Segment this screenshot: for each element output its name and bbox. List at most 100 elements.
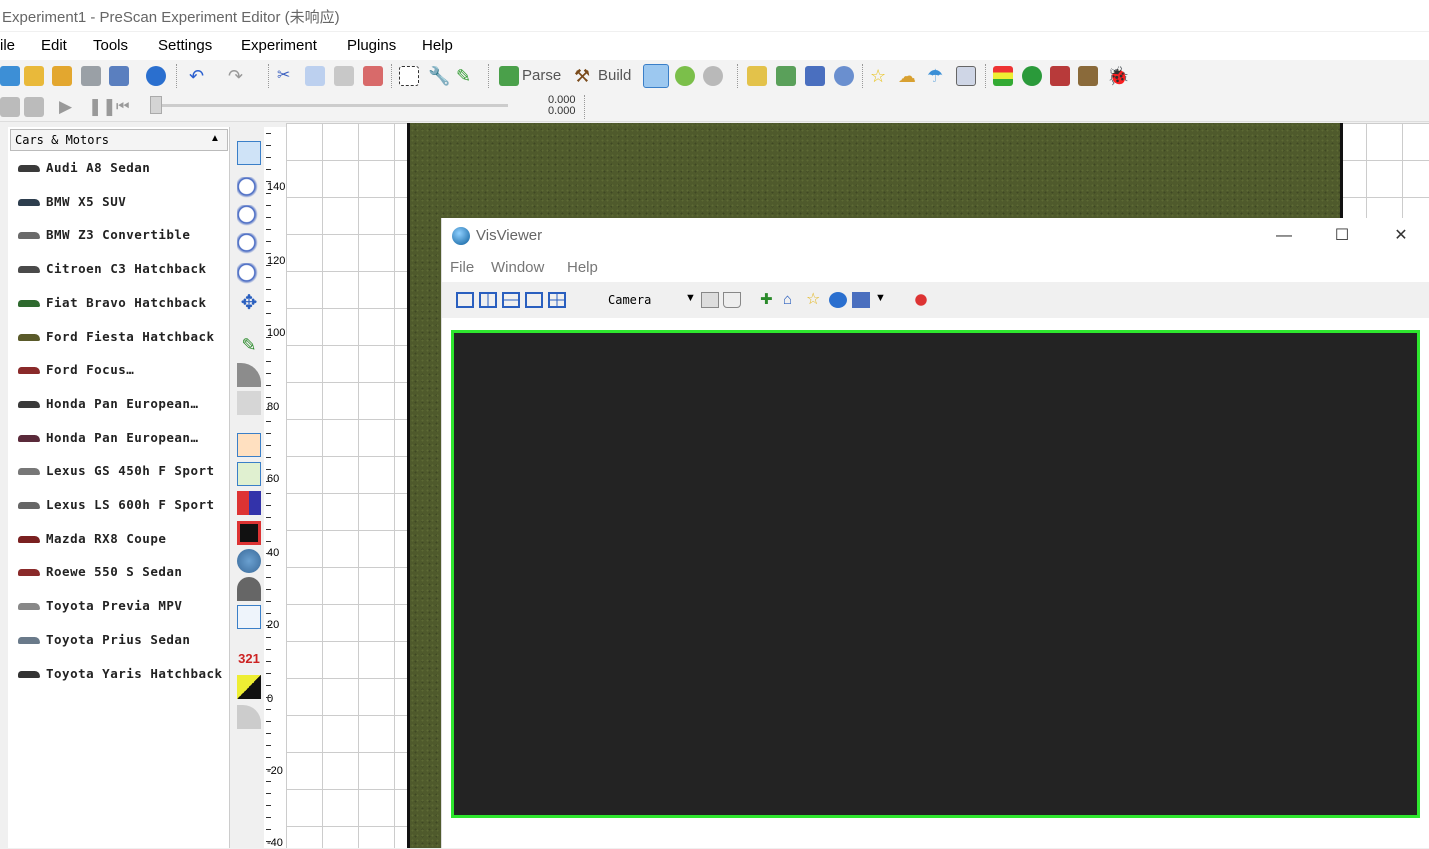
- library-item[interactable]: Ford Fiesta Hatchback: [18, 326, 228, 350]
- pan-icon[interactable]: ✥: [237, 291, 261, 315]
- layout-single-icon[interactable]: [456, 292, 474, 308]
- measure-icon[interactable]: [776, 66, 796, 86]
- pencil-icon[interactable]: ✎: [456, 66, 476, 86]
- chart-icon[interactable]: [956, 66, 976, 86]
- junction-icon[interactable]: [237, 391, 261, 415]
- save-icon[interactable]: [81, 66, 101, 86]
- visviewer-icon[interactable]: [643, 64, 669, 88]
- layout-split-vertical-icon[interactable]: [479, 292, 497, 308]
- zoom-tool-icon[interactable]: [237, 177, 261, 201]
- parse-icon[interactable]: [499, 66, 519, 86]
- tunnel-icon[interactable]: [237, 577, 261, 601]
- draw-road-icon[interactable]: ✎: [237, 333, 261, 357]
- truck-icon[interactable]: [1050, 66, 1070, 86]
- library-item[interactable]: Toyota Yaris Hatchback: [18, 663, 228, 687]
- new-icon[interactable]: [0, 66, 20, 86]
- library-header[interactable]: Cars & Motors ▲: [10, 129, 228, 151]
- step-icon[interactable]: [24, 97, 44, 117]
- undo-icon[interactable]: ↶: [189, 66, 209, 86]
- library-item[interactable]: Mazda RX8 Coupe: [18, 528, 228, 552]
- lane-marker-icon[interactable]: [237, 605, 261, 629]
- home-icon[interactable]: ⌂: [783, 292, 801, 308]
- export-icon[interactable]: [1078, 66, 1098, 86]
- calendar-icon[interactable]: [805, 66, 825, 86]
- vis-menu-help[interactable]: Help: [567, 259, 598, 276]
- ramp-icon[interactable]: [237, 705, 261, 729]
- menu-plugins[interactable]: Plugins: [347, 37, 396, 54]
- camera-sensor-icon[interactable]: [237, 433, 261, 457]
- library-item[interactable]: BMW Z3 Convertible: [18, 224, 228, 248]
- star-icon[interactable]: ☆: [870, 66, 890, 86]
- library-item[interactable]: Lexus LS 600h F Sport: [18, 494, 228, 518]
- wrench-icon[interactable]: 🔧: [428, 66, 450, 86]
- pause-icon[interactable]: ❚❚: [88, 97, 117, 117]
- hammer-icon[interactable]: ⚒: [574, 66, 594, 86]
- bug-icon[interactable]: 🐞: [1107, 66, 1129, 86]
- menu-experiment[interactable]: Experiment: [241, 37, 317, 54]
- collapse-icon[interactable]: ▲: [207, 133, 223, 147]
- vis-menu-file[interactable]: File: [450, 259, 474, 276]
- library-item[interactable]: Fiat Bravo Hatchback: [18, 292, 228, 316]
- menu-settings[interactable]: Settings: [158, 37, 212, 54]
- gauge-icon[interactable]: [834, 66, 854, 86]
- time-slider-track[interactable]: [156, 104, 508, 107]
- copy-icon[interactable]: [305, 66, 325, 86]
- library-item[interactable]: Toyota Previa MPV: [18, 595, 228, 619]
- menu-file[interactable]: ile: [0, 37, 15, 54]
- numbering-icon[interactable]: 321: [237, 647, 261, 671]
- curve-road-icon[interactable]: [237, 363, 261, 387]
- paste-icon[interactable]: [334, 66, 354, 86]
- library-item[interactable]: BMW X5 SUV: [18, 191, 228, 215]
- zoom-region-icon[interactable]: [237, 263, 261, 287]
- help-icon[interactable]: [829, 292, 847, 308]
- close-icon[interactable]: ✕: [1383, 224, 1419, 248]
- pin-icon[interactable]: ✚: [760, 292, 778, 308]
- pointer-tool-icon[interactable]: [237, 141, 261, 165]
- visviewer-3d-view[interactable]: [451, 330, 1420, 818]
- library-item[interactable]: Ford Focus…: [18, 359, 228, 383]
- cut-icon[interactable]: ✂: [277, 66, 297, 86]
- save-view-icon[interactable]: [701, 292, 719, 308]
- cloud-sun-icon[interactable]: ☁: [898, 66, 918, 86]
- time-slider-handle[interactable]: [150, 96, 162, 114]
- gps-icon[interactable]: [237, 549, 261, 573]
- delete-icon[interactable]: [363, 66, 383, 86]
- cloud-rain-icon[interactable]: ☂: [927, 66, 947, 86]
- traffic-light-icon[interactable]: [993, 66, 1013, 86]
- record-icon[interactable]: [912, 292, 930, 308]
- library-item[interactable]: Honda Pan European…: [18, 393, 228, 417]
- marker-icon[interactable]: [237, 675, 261, 699]
- rewind-icon[interactable]: ⏮: [116, 97, 136, 117]
- help-icon[interactable]: [146, 66, 166, 86]
- camera-select[interactable]: Camera: [608, 293, 651, 307]
- layout-quad-icon[interactable]: [548, 292, 566, 308]
- library-item[interactable]: Toyota Prius Sedan: [18, 629, 228, 653]
- library-item[interactable]: Citroen C3 Hatchback: [18, 258, 228, 282]
- menu-edit[interactable]: Edit: [41, 37, 67, 54]
- library-item[interactable]: Audi A8 Sedan: [18, 157, 228, 181]
- library-item[interactable]: Honda Pan European…: [18, 427, 228, 451]
- star-icon[interactable]: ☆: [806, 292, 824, 308]
- layout-three-icon[interactable]: [525, 292, 543, 308]
- play-icon[interactable]: ▶: [59, 97, 79, 117]
- step-back-icon[interactable]: [0, 97, 20, 117]
- menu-tools[interactable]: Tools: [93, 37, 128, 54]
- monitor-dropdown-icon[interactable]: ▼: [875, 292, 886, 304]
- select-all-icon[interactable]: [399, 66, 419, 86]
- sphere-icon[interactable]: [703, 66, 723, 86]
- vis-menu-window[interactable]: Window: [491, 259, 544, 276]
- open-recent-icon[interactable]: [52, 66, 72, 86]
- zoom-out-icon[interactable]: [237, 233, 261, 257]
- trash-icon[interactable]: [723, 292, 741, 308]
- menu-help[interactable]: Help: [422, 37, 453, 54]
- camera-dropdown-icon[interactable]: ▼: [685, 292, 696, 304]
- layout-split-horizontal-icon[interactable]: [502, 292, 520, 308]
- radar-sensor-icon[interactable]: [237, 462, 261, 486]
- minimize-icon[interactable]: —: [1266, 224, 1302, 248]
- monitor-icon[interactable]: [852, 292, 870, 308]
- parse-button[interactable]: Parse: [522, 67, 561, 84]
- open-icon[interactable]: [24, 66, 44, 86]
- globe-icon[interactable]: [1022, 66, 1042, 86]
- zoom-in-icon[interactable]: [237, 205, 261, 229]
- simulink-icon[interactable]: [675, 66, 695, 86]
